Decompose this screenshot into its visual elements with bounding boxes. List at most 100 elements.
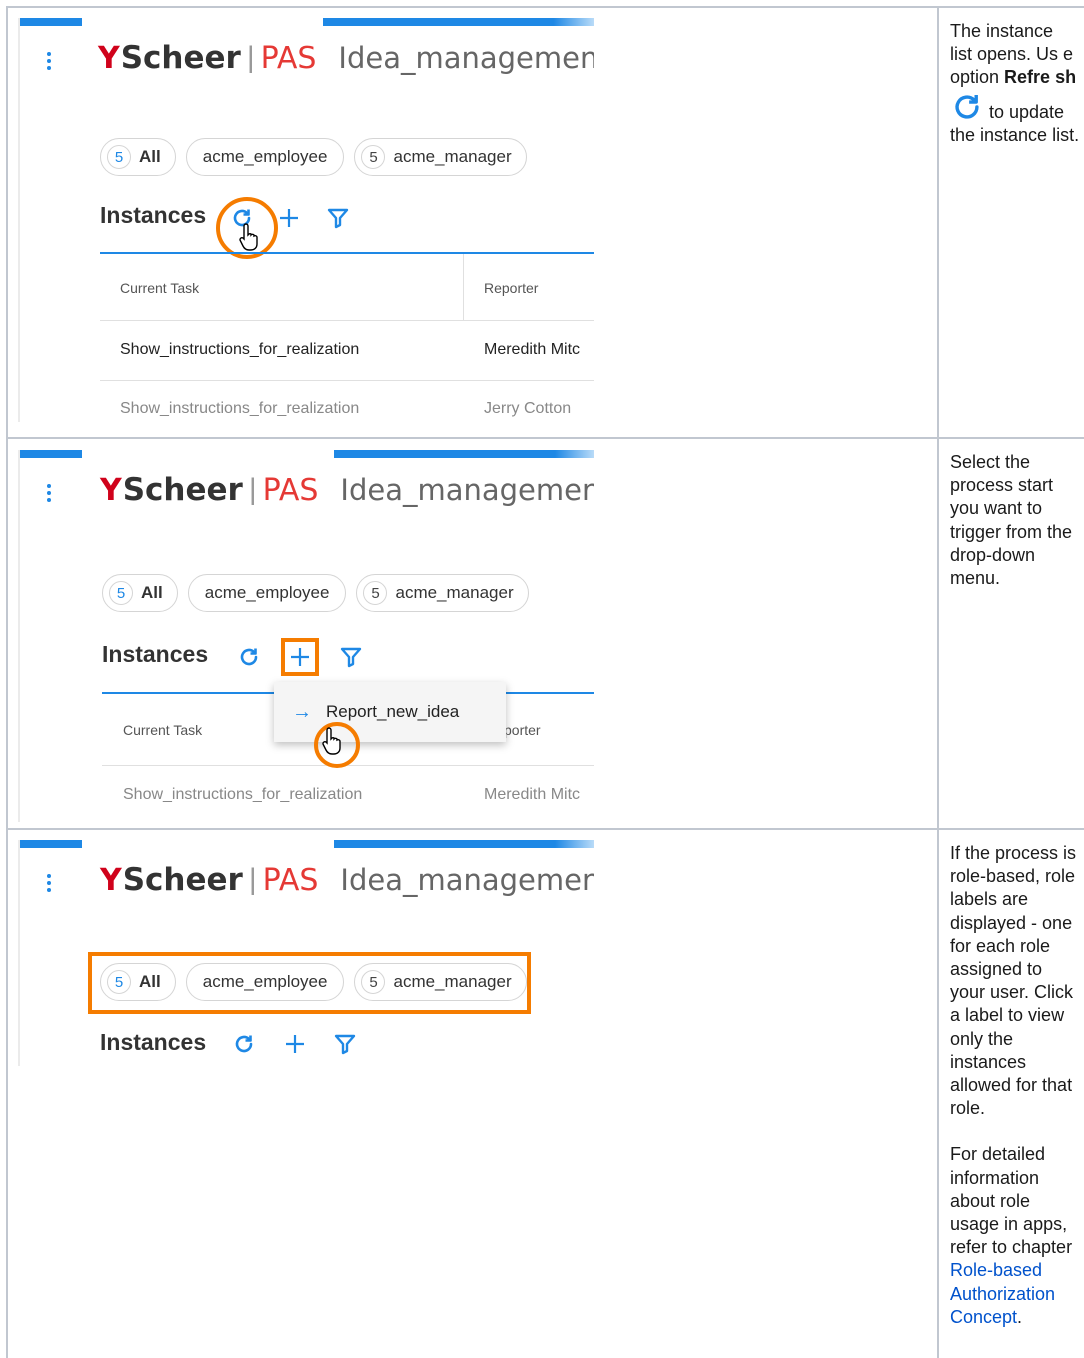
app-name: Idea_management [340,473,594,507]
brand-separator: | [246,41,255,74]
column-header-reporter[interactable]: Reporter [484,280,538,296]
table-cell[interactable]: Show_instructions_for_realization [123,786,362,804]
chip-label: All [139,972,161,991]
column-divider [463,254,464,320]
role-chip-acme-employee[interactable]: acme_employee [185,963,345,1001]
filter-icon[interactable] [333,1032,357,1056]
scheer-logo-icon: Y [100,472,122,508]
kebab-menu-icon[interactable] [47,874,53,895]
instances-heading: Instances [100,1029,207,1055]
step-1-description: The instance list opens. Us e option Ref… [950,20,1080,147]
screenshot-step-3: Y Scheer | PAS Idea_management 5 All acm… [18,840,594,1066]
add-icon[interactable] [277,206,301,230]
screenshot-step-1: Y Scheer | PAS Idea_management 5 All acm… [18,18,594,422]
chip-count: 5 [107,145,131,169]
table-cell[interactable]: Show_instructions_for_realization [120,341,359,359]
description-text: . [1017,1306,1023,1327]
chip-label: acme_manager [393,972,512,991]
hand-cursor-icon [321,726,345,756]
arrow-right-icon: → [292,700,312,723]
brand-header: Y Scheer | PAS Idea_management [100,862,594,898]
brand-header: Y Scheer | PAS Idea_management [100,472,594,508]
table-cell[interactable]: Jerry Cotton [484,400,571,418]
brand-header: Y Scheer | PAS Idea_management [98,40,594,76]
chip-label: acme_employee [202,972,328,991]
role-chip-acme-manager[interactable]: 5 acme_manager [356,574,529,612]
add-icon[interactable] [283,1032,307,1056]
hand-cursor-icon [238,222,262,252]
screenshot-step-2: Y Scheer | PAS Idea_management 5 All acm… [18,450,594,822]
app-name: Idea_management [338,41,594,75]
brand-name: Scheer [122,862,243,898]
header-accent-bar [334,840,594,848]
table-cell[interactable]: Show_instructions_for_realization [120,400,359,418]
brand-separator: | [248,473,257,506]
instances-heading: Instances [100,202,207,228]
instances-heading: Instances [102,641,209,667]
chip-label: acme_manager [393,147,512,166]
brand-separator: | [248,863,257,896]
brand-name: Scheer [122,472,243,508]
header-accent-bar [323,18,594,26]
role-chip-acme-employee[interactable]: acme_employee [185,138,345,176]
description-paragraph: If the process is role-based, role label… [950,843,1077,1119]
scheer-logo-icon: Y [100,862,122,898]
chip-label: acme_employee [204,583,330,602]
kebab-menu-icon[interactable] [47,484,53,505]
column-header-current-task[interactable]: Current Task [123,722,202,738]
description-text: For detailed information about role usag… [950,1144,1073,1258]
highlight-square [281,638,319,676]
chip-label: All [141,583,163,602]
product-name: PAS [262,862,319,898]
product-name: PAS [260,40,317,76]
dropdown-item-label: Report_new_idea [326,702,460,721]
process-start-dropdown: → Report_new_idea [274,682,506,742]
role-chip-all[interactable]: 5 All [100,963,176,1001]
header-accent-bar [20,840,82,848]
column-header-reporter[interactable]: porter [504,722,541,738]
description-bold: Refre sh [1004,67,1077,88]
table-top-rule [100,252,594,254]
description-paragraph: For detailed information about role usag… [950,1143,1080,1329]
step-2-description: Select the process start you want to tri… [950,452,1073,589]
row-divider [100,380,594,381]
table-border-left [6,6,8,1358]
table-row-divider [6,437,1084,439]
table-cell[interactable]: Meredith Mitc [484,786,580,804]
chip-count: 5 [109,581,133,605]
role-chip-all[interactable]: 5 All [100,138,176,176]
scheer-logo-icon: Y [98,40,120,76]
chip-label: acme_manager [395,583,514,602]
row-divider [100,320,594,321]
role-chips: 5 All acme_employee 5 acme_manager [100,138,527,176]
table-column-divider [937,6,939,1358]
role-chip-acme-manager[interactable]: 5 acme_manager [354,963,527,1001]
app-name: Idea_management [340,863,594,897]
chip-count: 5 [361,145,386,169]
role-chip-acme-employee[interactable]: acme_employee [187,574,347,612]
kebab-menu-icon[interactable] [47,52,53,73]
column-header-current-task[interactable]: Current Task [120,280,199,296]
role-chips: 5 All acme_employee 5 acme_manager [100,963,527,1001]
dropdown-item-report-new-idea[interactable]: → Report_new_idea [274,682,506,742]
chip-count: 5 [363,581,388,605]
refresh-icon[interactable] [237,645,261,669]
step-3-description: If the process is role-based, role label… [950,842,1080,1352]
refresh-icon[interactable] [232,1032,256,1056]
role-chips: 5 All acme_employee 5 acme_manager [102,574,529,612]
documentation-table: Y Scheer | PAS Idea_management 5 All acm… [0,0,1084,1358]
product-name: PAS [262,472,319,508]
header-accent-bar [334,450,594,458]
table-border-top [6,6,1084,8]
role-based-authorization-link[interactable]: Role-based Authorization Concept [950,1260,1055,1326]
header-accent-bar [20,450,82,458]
role-chip-all[interactable]: 5 All [102,574,178,612]
filter-icon[interactable] [326,206,350,230]
brand-name: Scheer [120,40,241,76]
refresh-icon [950,90,984,124]
table-cell[interactable]: Meredith Mitc [484,341,580,359]
chip-label: acme_employee [202,147,328,166]
filter-icon[interactable] [339,645,363,669]
role-chip-acme-manager[interactable]: 5 acme_manager [354,138,527,176]
table-row-divider [6,828,1084,830]
